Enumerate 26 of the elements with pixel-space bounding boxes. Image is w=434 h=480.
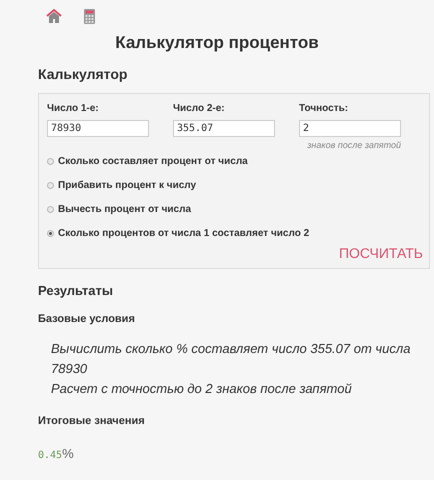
radio-button[interactable] bbox=[47, 206, 54, 213]
input-field[interactable]: 355.07 bbox=[173, 120, 275, 136]
option-label: Прибавить процент к числу bbox=[58, 179, 196, 193]
input-field[interactable]: 78930 bbox=[47, 120, 149, 136]
field-hint: знаков после запятой bbox=[307, 138, 401, 152]
section-heading: Результаты bbox=[38, 282, 114, 300]
subsection-heading: Базовые условия bbox=[38, 312, 136, 326]
result-value: 0.45 bbox=[38, 448, 62, 462]
radio-button[interactable] bbox=[47, 182, 54, 189]
condition-text: Вычислить сколько % составляет число 355.07 от числа 78930 bbox=[51, 340, 412, 378]
radio-button[interactable] bbox=[47, 158, 54, 165]
option-label: Сколько составляет процент от числа bbox=[58, 155, 248, 169]
field-label: Число 1-е: bbox=[47, 102, 100, 116]
condition-text: Расчет с точностью до 2 знаков после запятой bbox=[51, 380, 353, 398]
section-heading: Калькулятор bbox=[38, 64, 128, 84]
field-label: Число 2-е: bbox=[173, 102, 226, 116]
option-label: Вычесть процент от числа bbox=[58, 203, 192, 217]
subsection-heading: Итоговые значения bbox=[38, 414, 146, 429]
page-title: Калькулятор процентов bbox=[115, 32, 319, 54]
field-label: Точность: bbox=[299, 102, 350, 116]
result-unit: % bbox=[62, 444, 74, 462]
option-label: Сколько процентов от числа 1 составляет число 2 bbox=[58, 227, 310, 241]
radio-button[interactable] bbox=[47, 230, 54, 237]
input-field[interactable]: 2 bbox=[299, 120, 401, 136]
home-icon[interactable] bbox=[46, 8, 62, 24]
calculator-icon[interactable] bbox=[84, 8, 95, 24]
